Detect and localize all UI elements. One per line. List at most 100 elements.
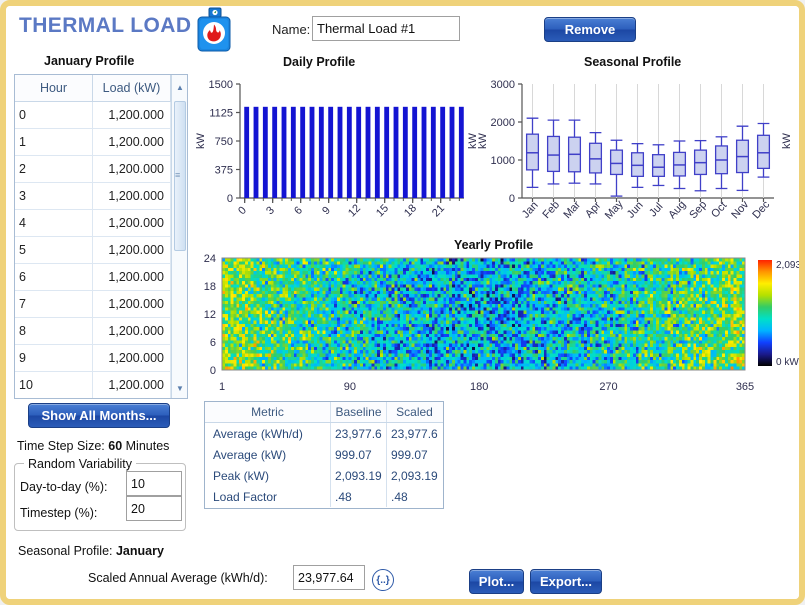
cell-baseline: 999.07 (331, 444, 387, 465)
svg-text:Jun: Jun (625, 199, 646, 220)
day-to-day-label: Day-to-day (%): (20, 480, 108, 494)
cell-load[interactable]: 1,200.000 (93, 345, 171, 371)
formula-expression-button[interactable]: {..} (372, 569, 394, 591)
svg-text:Dec: Dec (750, 198, 772, 221)
cell-load[interactable]: 1,200.000 (93, 102, 171, 128)
timestep-input[interactable] (126, 496, 182, 521)
svg-text:Sep: Sep (687, 199, 709, 222)
table-row[interactable]: 101,200.000 (15, 372, 187, 399)
metrics-table: Metric Baseline Scaled Average (kWh/d)23… (204, 401, 444, 509)
cell-hour[interactable]: 3 (15, 183, 93, 209)
svg-text:Mar: Mar (561, 199, 583, 221)
cell-load[interactable]: 1,200.000 (93, 156, 171, 182)
daily-profile-heading: Daily Profile (283, 55, 355, 69)
cell-scaled: 23,977.6 (387, 423, 442, 444)
cell-load[interactable]: 1,200.000 (93, 372, 171, 398)
january-profile-table[interactable]: Hour Load (kW) 01,200.00011,200.00021,20… (14, 74, 188, 399)
cell-hour[interactable]: 7 (15, 291, 93, 317)
table-row[interactable]: 51,200.000 (15, 237, 187, 264)
table-row[interactable]: 31,200.000 (15, 183, 187, 210)
cell-load[interactable]: 1,200.000 (93, 183, 171, 209)
day-to-day-input[interactable] (126, 471, 182, 496)
table-row[interactable]: 91,200.000 (15, 345, 187, 372)
cell-hour[interactable]: 9 (15, 345, 93, 371)
seasonal-profile-status-prefix: Seasonal Profile: (18, 544, 116, 558)
scaled-annual-average-label: Scaled Annual Average (kWh/d): (88, 571, 268, 585)
svg-text:Jul: Jul (647, 201, 665, 219)
svg-text:1500: 1500 (209, 79, 233, 91)
svg-text:3000: 3000 (491, 79, 515, 91)
cell-hour[interactable]: 6 (15, 264, 93, 290)
seasonal-profile-heading: Seasonal Profile (584, 55, 681, 69)
remove-button[interactable]: Remove (544, 17, 636, 42)
svg-text:12: 12 (346, 202, 363, 219)
svg-text:kW: kW (195, 132, 207, 149)
column-header-hour: Hour (15, 75, 93, 101)
table-row[interactable]: 21,200.000 (15, 156, 187, 183)
table-row[interactable]: 71,200.000 (15, 291, 187, 318)
svg-text:750: 750 (215, 136, 233, 148)
thermal-load-boiler-icon (193, 7, 235, 55)
svg-text:9: 9 (320, 204, 333, 217)
cell-load[interactable]: 1,200.000 (93, 129, 171, 155)
svg-text:1125: 1125 (209, 108, 233, 120)
table-header-row: Hour Load (kW) (15, 75, 187, 102)
table-row[interactable]: 61,200.000 (15, 264, 187, 291)
thermal-load-window: THERMAL LOAD Name: Remove January Profil… (0, 0, 805, 605)
metrics-row: Average (kWh/d)23,977.623,977.6 (205, 423, 443, 444)
plot-button[interactable]: Plot... (469, 569, 524, 594)
time-step-prefix: Time Step Size: (17, 439, 108, 453)
table-row[interactable]: 81,200.000 (15, 318, 187, 345)
name-input[interactable] (312, 16, 460, 41)
cell-metric: Average (kW) (205, 444, 331, 465)
cell-load[interactable]: 1,200.000 (93, 264, 171, 290)
table-row[interactable]: 11,200.000 (15, 129, 187, 156)
svg-text:Feb: Feb (540, 199, 562, 221)
time-step-suffix: Minutes (122, 439, 169, 453)
column-header-load: Load (kW) (93, 75, 171, 101)
cell-hour[interactable]: 0 (15, 102, 93, 128)
svg-text:1000: 1000 (491, 155, 515, 167)
seasonal-profile-chart: 0100020003000JanFebMarAprMayJunJulAugSep… (474, 70, 799, 235)
cell-hour[interactable]: 1 (15, 129, 93, 155)
table-row[interactable]: 01,200.000 (15, 102, 187, 129)
metrics-row: Load Factor.48.48 (205, 486, 443, 507)
table-scrollbar[interactable]: ▲ ≡ ▼ (171, 75, 187, 399)
yearly-profile-heading: Yearly Profile (454, 238, 533, 252)
table-body[interactable]: 01,200.00011,200.00021,200.00031,200.000… (15, 102, 187, 399)
cell-load[interactable]: 1,200.000 (93, 291, 171, 317)
cell-load[interactable]: 1,200.000 (93, 237, 171, 263)
cell-hour[interactable]: 5 (15, 237, 93, 263)
svg-text:0: 0 (509, 193, 515, 205)
table-row[interactable]: 41,200.000 (15, 210, 187, 237)
cell-scaled: .48 (387, 486, 442, 507)
svg-text:18: 18 (402, 202, 419, 219)
seasonal-profile-status-value: January (116, 544, 164, 558)
scrollbar-grip-icon: ≡ (175, 170, 180, 180)
random-variability-title: Random Variability (24, 457, 136, 471)
name-label: Name: (272, 22, 310, 37)
cell-baseline: 23,977.6 (331, 423, 387, 444)
scroll-down-icon[interactable]: ▼ (172, 380, 188, 396)
seasonal-profile-status: Seasonal Profile: January (18, 544, 164, 558)
scaled-annual-average-input[interactable] (293, 565, 365, 590)
cell-load[interactable]: 1,200.000 (93, 210, 171, 236)
svg-text:0: 0 (236, 204, 249, 217)
cell-scaled: 999.07 (387, 444, 442, 465)
metrics-header-row: Metric Baseline Scaled (205, 402, 443, 423)
scroll-up-icon[interactable]: ▲ (172, 79, 188, 95)
export-button[interactable]: Export... (530, 569, 602, 594)
svg-text:15: 15 (374, 202, 391, 219)
cell-hour[interactable]: 10 (15, 372, 93, 398)
cell-load[interactable]: 1,200.000 (93, 318, 171, 344)
svg-text:375: 375 (215, 165, 233, 177)
cell-hour[interactable]: 2 (15, 156, 93, 182)
cell-hour[interactable]: 8 (15, 318, 93, 344)
cell-baseline: 2,093.19 (331, 465, 387, 486)
cell-hour[interactable]: 4 (15, 210, 93, 236)
svg-text:0: 0 (227, 193, 233, 205)
metrics-row: Average (kW)999.07999.07 (205, 444, 443, 465)
yearly-profile-heatmap: 061218241901802703652,093.190 kW (192, 252, 799, 392)
show-all-months-button[interactable]: Show All Months... (28, 403, 170, 428)
january-profile-heading: January Profile (44, 54, 134, 68)
